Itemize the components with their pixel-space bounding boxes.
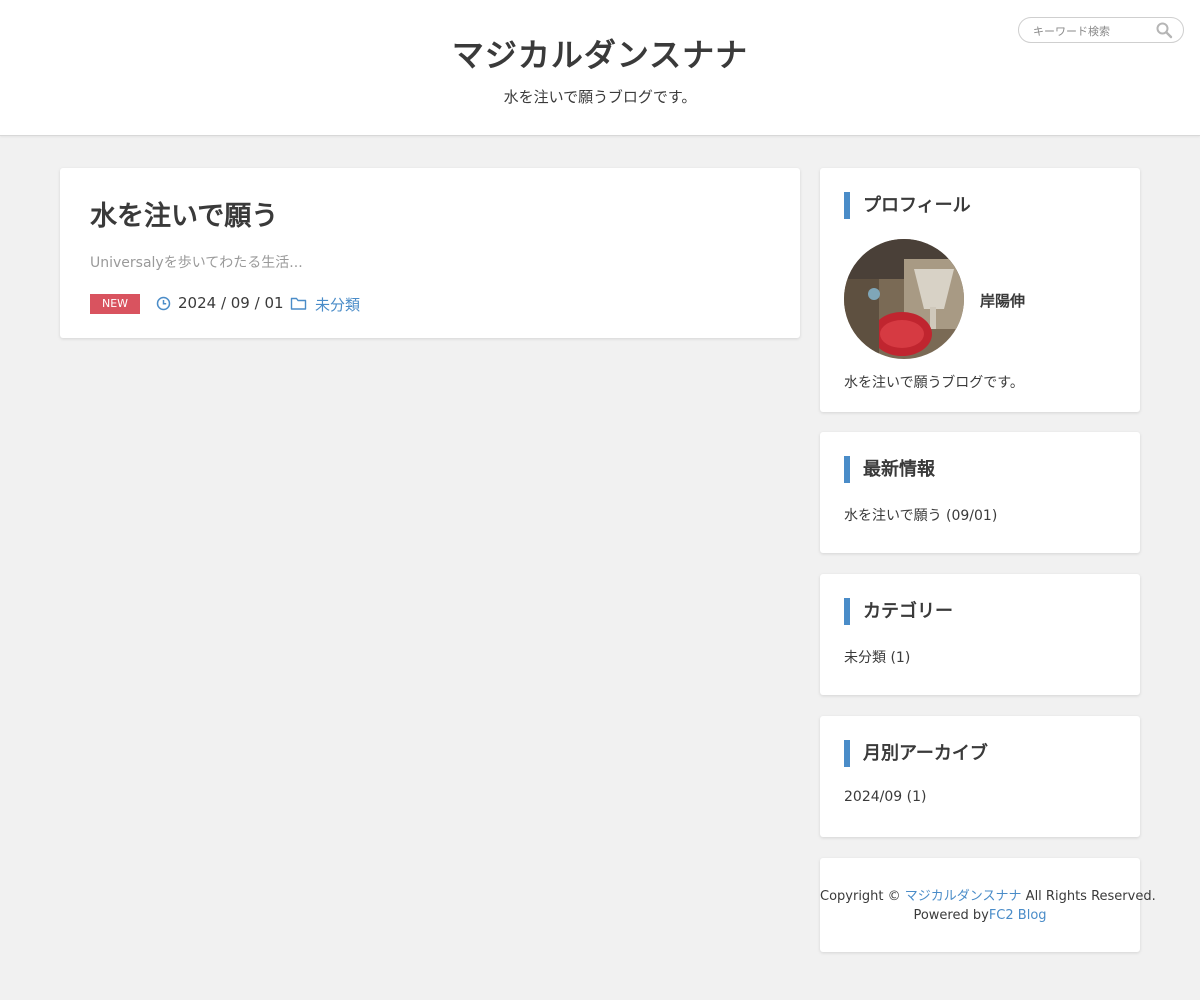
site-description: 水を注いで願うブログです。 <box>503 88 697 106</box>
widget-heading: プロフィール <box>844 192 971 219</box>
widget-heading: 最新情報 <box>844 456 935 483</box>
archive-item[interactable]: 2024/09 (1) <box>844 789 926 805</box>
category-item[interactable]: 未分類 (1) <box>844 647 910 667</box>
copyright-suffix: All Rights Reserved. <box>1021 889 1156 904</box>
clock-icon <box>156 296 171 311</box>
avatar-image <box>844 239 964 359</box>
profile-bio: 水を注いで願うブログです。 <box>844 375 1024 391</box>
footer-widget: Copyright © マジカルダンスナナ All Rights Reserve… <box>820 858 1156 952</box>
article-card: 水を注いで願う Universalyを歩いてわたる生活... NEW 2024 … <box>60 168 800 338</box>
fc2-blog-link[interactable]: FC2 Blog <box>989 908 1047 923</box>
article-title[interactable]: 水を注いで願う <box>90 194 278 233</box>
profile-name: 岸陽伸 <box>980 292 1026 310</box>
post-category-link[interactable]: 未分類 <box>315 294 360 315</box>
post-date: 2024 / 09 / 01 <box>178 294 284 312</box>
search-input[interactable] <box>1033 22 1153 40</box>
site-link[interactable]: マジカルダンスナナ <box>905 889 1022 904</box>
latest-widget: 最新情報 水を注いで願う (09/01) <box>820 432 1140 553</box>
copyright-prefix: Copyright © <box>820 889 905 904</box>
powered-line: Powered byFC2 Blog <box>820 908 1140 923</box>
search-box[interactable] <box>1018 17 1184 43</box>
widget-heading: 月別アーカイブ <box>844 740 988 767</box>
widget-heading: カテゴリー <box>844 598 953 625</box>
avatar <box>844 239 964 359</box>
copyright-line: Copyright © マジカルダンスナナ All Rights Reserve… <box>820 885 1156 904</box>
folder-icon <box>290 297 307 310</box>
category-widget: カテゴリー 未分類 (1) <box>820 574 1140 695</box>
latest-item[interactable]: 水を注いで願う (09/01) <box>844 505 997 525</box>
search-icon[interactable] <box>1155 21 1173 39</box>
new-badge: NEW <box>90 294 140 314</box>
archive-widget: 月別アーカイブ 2024/09 (1) <box>820 716 1140 837</box>
article-excerpt: Universalyを歩いてわたる生活... <box>90 255 303 271</box>
site-header: マジカルダンスナナ 水を注いで願うブログです。 <box>0 0 1200 136</box>
powered-prefix: Powered by <box>913 908 989 923</box>
profile-widget: プロフィール 岸陽伸 水を注いで願うブログです。 <box>820 168 1140 412</box>
